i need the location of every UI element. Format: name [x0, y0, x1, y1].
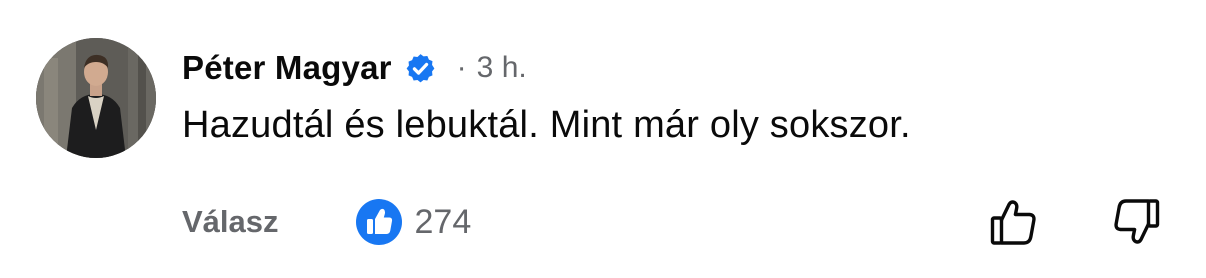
- like-thumb-icon: [355, 198, 403, 246]
- avatar[interactable]: [36, 38, 156, 158]
- thumbs-down-outline-icon: [1114, 199, 1160, 244]
- comment-body: Hazudtál és lebuktál. Mint már oly soksz…: [182, 104, 911, 146]
- verified-badge-icon: [404, 52, 437, 85]
- comment-actions: Válasz 274: [182, 196, 471, 248]
- reaction-summary[interactable]: 274: [355, 198, 472, 246]
- thumbs-up-outline-icon: [990, 200, 1036, 245]
- downvote-button[interactable]: [1110, 196, 1162, 248]
- author-name[interactable]: Péter Magyar: [182, 49, 392, 87]
- comment-timestamp[interactable]: 3 h.: [477, 51, 527, 85]
- avatar-image: [36, 38, 156, 158]
- reaction-count: 274: [414, 202, 472, 241]
- upvote-button[interactable]: [988, 196, 1040, 248]
- comment-header: Péter Magyar · 3 h.: [182, 44, 527, 92]
- reply-button[interactable]: Válasz: [182, 204, 279, 240]
- meta-separator: ·: [456, 51, 467, 84]
